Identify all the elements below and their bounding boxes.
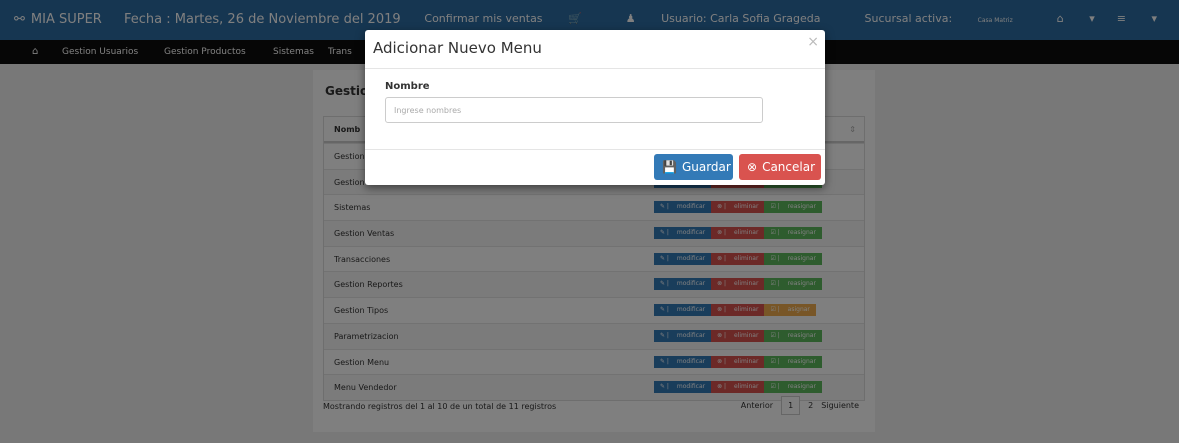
- add-menu-modal: Adicionar Nuevo Menu × Nombre 💾 Guardar …: [365, 30, 825, 185]
- cancel-button[interactable]: ⊗ Cancelar: [739, 154, 821, 180]
- modal-divider: [365, 68, 825, 69]
- save-label: Guardar: [681, 160, 731, 174]
- cancel-icon: ⊗: [747, 160, 758, 174]
- save-button[interactable]: 💾 Guardar: [654, 154, 733, 180]
- nombre-label: Nombre: [385, 81, 430, 92]
- modal-footer-divider: [365, 149, 825, 150]
- cancel-label: Cancelar: [762, 160, 816, 174]
- save-icon: 💾: [662, 160, 677, 174]
- modal-title: Adicionar Nuevo Menu: [373, 39, 542, 57]
- nombre-input[interactable]: [385, 97, 763, 123]
- close-icon[interactable]: ×: [807, 34, 819, 50]
